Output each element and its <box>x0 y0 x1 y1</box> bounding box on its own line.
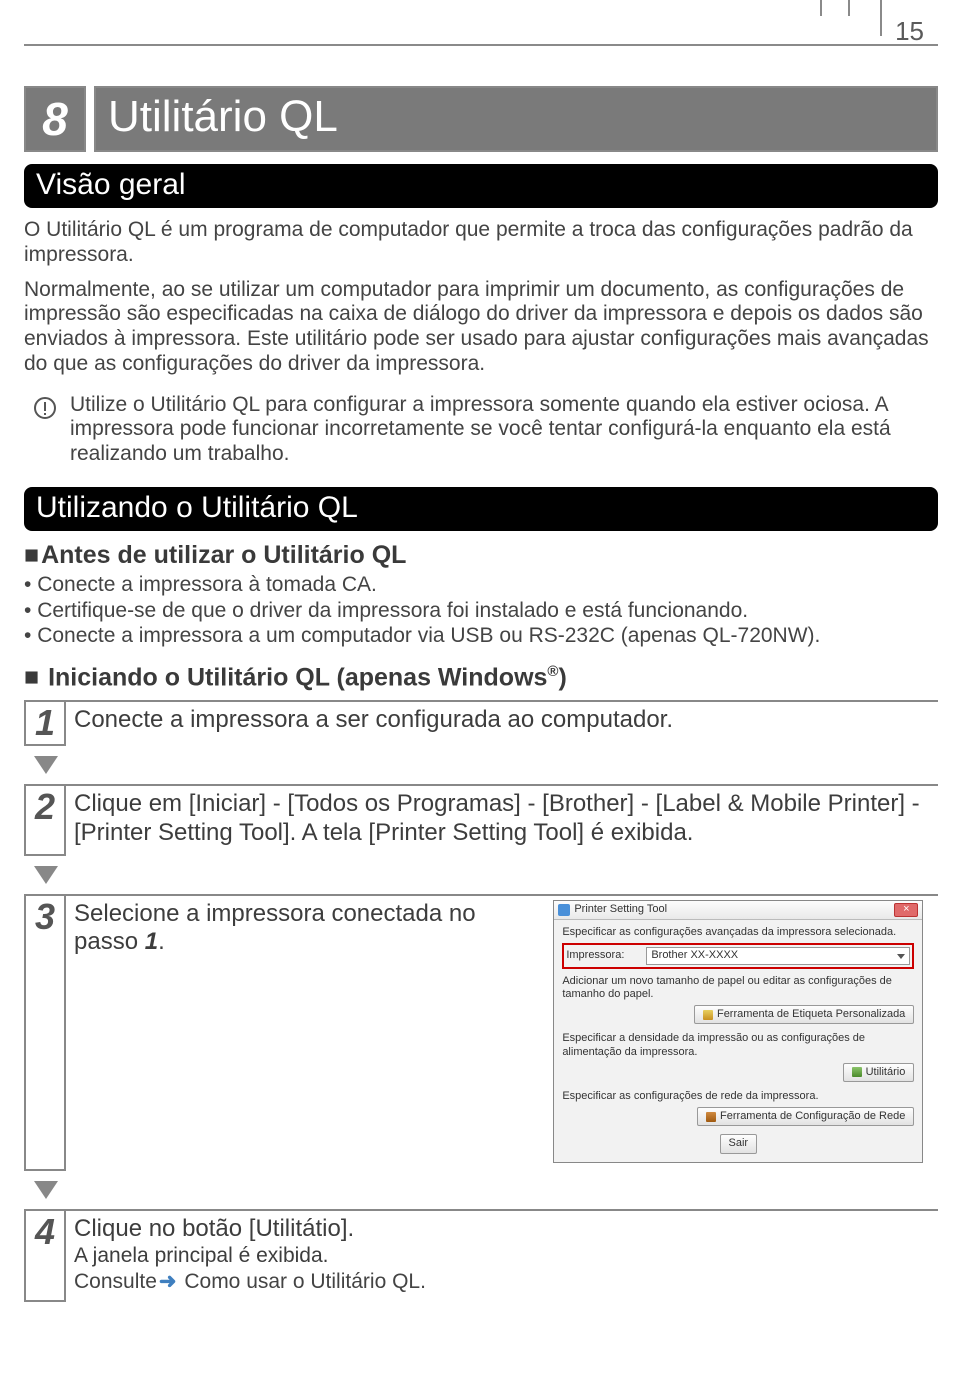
dialog-line: Especificar a densidade da impressão ou … <box>562 1032 914 1058</box>
list-item: Conecte a impressora à tomada CA. <box>24 572 938 598</box>
subheading-iniciando: Iniciando o Utilitário QL (apenas Window… <box>24 663 938 692</box>
printer-setting-tool-dialog: Printer Setting Tool × Especificar as co… <box>553 900 923 1163</box>
caution-icon <box>34 397 56 419</box>
label-tool-icon <box>703 1010 713 1020</box>
page-mark <box>820 0 850 16</box>
dialog-line: Adicionar um novo tamanho de papel ou ed… <box>562 975 914 1001</box>
intro-paragraph-1: O Utilitário QL é um programa de computa… <box>24 218 938 268</box>
network-icon <box>706 1112 716 1122</box>
dialog-description: Especificar as configurações avançadas d… <box>562 926 914 939</box>
step-text-2: Clique em [Iniciar] - [Todos os Programa… <box>66 784 938 856</box>
exit-button[interactable]: Sair <box>720 1134 758 1153</box>
section-heading-visao-geral: Visão geral <box>24 164 938 208</box>
app-icon <box>558 904 570 916</box>
arrow-right-icon: ➜ <box>159 1270 177 1293</box>
divider <box>24 44 938 46</box>
printer-label: Impressora: <box>566 949 646 962</box>
printer-select-row: Impressora: Brother XX-XXXX <box>562 943 914 969</box>
chapter-number: 8 <box>24 86 86 152</box>
page-number: 15 <box>895 16 924 47</box>
step-number-1: 1 <box>24 700 66 746</box>
step-text-3: Selecione a impressora conectada no pass… <box>66 894 938 1171</box>
intro-paragraph-2: Normalmente, ao se utilizar um computado… <box>24 278 938 377</box>
close-icon[interactable]: × <box>894 903 918 917</box>
chevron-down-icon <box>34 1181 58 1199</box>
step-number-4: 4 <box>24 1209 66 1302</box>
cross-reference-link[interactable]: Como usar o Utilitário QL. <box>184 1270 426 1293</box>
list-item: Certifique-se de que o driver da impress… <box>24 598 938 624</box>
list-item: Conecte a impressora a um computador via… <box>24 623 938 649</box>
utility-button[interactable]: Utilitário <box>843 1063 915 1082</box>
step-text-4: Clique no botão [Utilitátio]. A janela p… <box>66 1209 938 1302</box>
dialog-line: Especificar as configurações de rede da … <box>562 1090 914 1103</box>
dialog-title: Printer Setting Tool <box>574 903 894 916</box>
chevron-down-icon <box>34 756 58 774</box>
step-text-1: Conecte a impressora a ser configurada a… <box>66 700 938 746</box>
before-list: Conecte a impressora à tomada CA. Certif… <box>24 572 938 649</box>
printer-dropdown[interactable]: Brother XX-XXXX <box>646 947 910 965</box>
network-config-tool-button[interactable]: Ferramenta de Configuração de Rede <box>697 1107 914 1126</box>
section-heading-utilizando: Utilizando o Utilitário QL <box>24 487 938 531</box>
subheading-antes: Antes de utilizar o Utilitário QL <box>24 541 938 570</box>
step-number-2: 2 <box>24 784 66 856</box>
utility-icon <box>852 1067 862 1077</box>
caution-text: Utilize o Utilitário QL para configurar … <box>70 393 938 467</box>
custom-label-tool-button[interactable]: Ferramenta de Etiqueta Personalizada <box>694 1005 914 1024</box>
step-number-3: 3 <box>24 894 66 1171</box>
chapter-title: Utilitário QL <box>94 86 938 152</box>
chevron-down-icon <box>34 866 58 884</box>
